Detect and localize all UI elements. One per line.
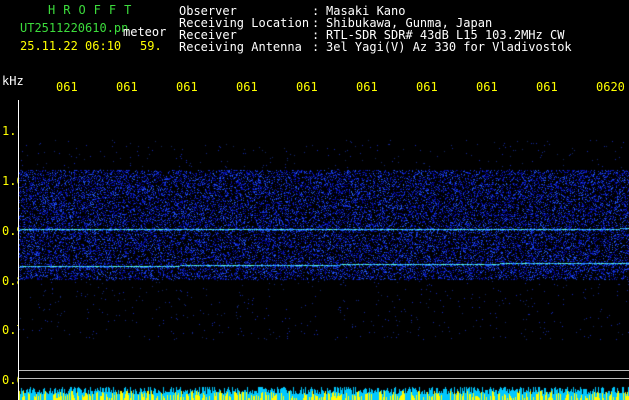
antenna-colon: : [312, 40, 320, 54]
datetime-label: 25.11.22 06:10 [20, 39, 122, 53]
signal-level-bar [19, 384, 629, 400]
spectrogram-canvas [19, 100, 629, 390]
spectrogram-plot [19, 100, 629, 390]
x-tick-label: 061 [416, 80, 438, 94]
x-tick-label: 061 [536, 80, 558, 94]
x-tick-label: 0620 [596, 80, 625, 94]
reference-line [19, 370, 629, 371]
antenna-value: 3el Yagi(V) Az 330 for Vladivostok [326, 40, 572, 54]
x-tick-label: 061 [356, 80, 378, 94]
hrofft-spectrogram-window: HROFFT UT2511220610.pn meteor 25.11.22 0… [0, 0, 629, 400]
count-label: 59. [140, 39, 162, 53]
x-tick-label: 061 [116, 80, 138, 94]
x-tick-label: 061 [236, 80, 258, 94]
capture-kind-label: meteor [123, 25, 167, 39]
frequency-unit-label: kHz [2, 74, 24, 88]
antenna-label: Receiving Antenna [179, 40, 302, 54]
brand-label: HROFFT [48, 3, 140, 17]
x-tick-label: 061 [296, 80, 318, 94]
x-tick-label: 061 [476, 80, 498, 94]
reference-line [19, 378, 629, 379]
x-tick-label: 061 [56, 80, 78, 94]
x-tick-label: 061 [176, 80, 198, 94]
file-name-label: UT2511220610.pn [20, 21, 129, 35]
